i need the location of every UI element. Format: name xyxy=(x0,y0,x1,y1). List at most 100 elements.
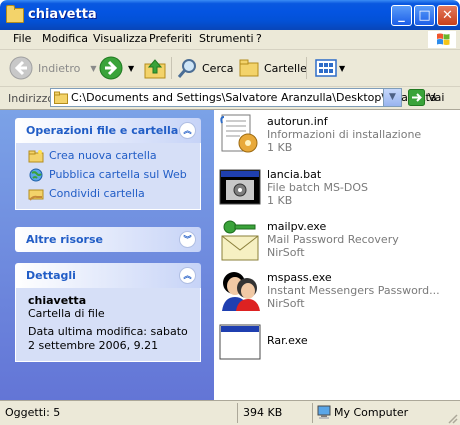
file-item[interactable]: mspass.exe Instant Messengers Password..… xyxy=(218,268,458,316)
address-label: Indirizzo xyxy=(8,92,55,105)
details-type: Cartella di file xyxy=(28,307,105,320)
back-arrow-icon xyxy=(9,56,33,80)
address-value: C:\Documents and Settings\Salvatore Aran… xyxy=(71,91,437,104)
shared-folder-icon xyxy=(28,189,44,201)
back-label: Indietro xyxy=(38,61,81,75)
file-name: lancia.bat xyxy=(267,168,322,181)
views-grid-icon xyxy=(315,59,337,77)
forward-button[interactable]: ▼ xyxy=(98,55,134,81)
panel-title: Operazioni file e cartella xyxy=(26,124,179,137)
menu-preferiti[interactable]: Preferiti xyxy=(149,32,192,45)
file-name: mailpv.exe xyxy=(267,220,327,233)
status-separator xyxy=(312,403,313,423)
address-dropdown-icon[interactable]: ▼ xyxy=(383,89,401,106)
collapse-chevron-icon[interactable]: ︽ xyxy=(179,122,196,139)
messenger-users-icon xyxy=(222,272,260,311)
task-label: Pubblica cartella sul Web xyxy=(49,168,187,181)
go-arrow-icon xyxy=(408,89,425,106)
file-size: 1 KB xyxy=(267,194,293,207)
views-dropdown-icon[interactable]: ▼ xyxy=(339,64,345,73)
menu-help[interactable]: ? xyxy=(256,32,262,45)
explorer-window: chiavetta _ □ ✕ File Modifica Visualizza… xyxy=(0,0,460,425)
title-bar[interactable]: chiavetta _ □ ✕ xyxy=(0,0,460,30)
status-location: My Computer xyxy=(334,406,409,419)
close-button[interactable]: ✕ xyxy=(437,5,458,26)
folders-button[interactable]: Cartelle xyxy=(238,55,307,81)
file-item[interactable]: mailpv.exe Mail Password Recovery NirSof… xyxy=(218,217,458,265)
file-item[interactable]: lancia.bat File batch MS-DOS 1 KB xyxy=(218,165,458,213)
task-label: Crea nuova cartella xyxy=(49,149,157,162)
back-button[interactable]: Indietro ▼ xyxy=(8,55,97,81)
file-item[interactable]: autorun.inf Informazioni di installazion… xyxy=(218,112,458,160)
application-window-icon xyxy=(219,324,261,360)
menu-modifica[interactable]: Modifica xyxy=(42,32,88,45)
status-separator xyxy=(237,403,238,423)
task-share-folder[interactable]: Condividi cartella xyxy=(16,184,200,203)
folder-icon xyxy=(54,91,68,104)
expand-chevron-icon[interactable]: ︾ xyxy=(179,231,196,248)
folder-icon xyxy=(6,5,24,23)
windows-logo-icon xyxy=(428,31,456,48)
window-title: chiavetta xyxy=(28,7,97,22)
views-button[interactable]: ▼ xyxy=(315,55,345,81)
forward-dropdown-icon[interactable]: ▼ xyxy=(128,64,134,73)
back-dropdown-icon[interactable]: ▼ xyxy=(90,64,96,73)
go-button[interactable]: Vai xyxy=(408,89,444,106)
search-button[interactable]: Cerca xyxy=(177,55,234,81)
file-description: Informazioni di installazione xyxy=(267,128,422,141)
file-item[interactable]: Rar.exe xyxy=(218,320,458,368)
file-description: File batch MS-DOS xyxy=(267,181,369,194)
file-description: Instant Messengers Password... xyxy=(267,284,440,297)
file-name: autorun.inf xyxy=(267,115,328,128)
task-label: Condividi cartella xyxy=(49,187,145,200)
panel-title: Altre risorse xyxy=(26,233,103,246)
address-input[interactable]: C:\Documents and Settings\Salvatore Aran… xyxy=(50,88,437,107)
menu-bar: File Modifica Visualizza Preferiti Strum… xyxy=(0,30,460,50)
minimize-button[interactable]: _ xyxy=(391,5,412,26)
panel-header[interactable]: Operazioni file e cartella ︽ xyxy=(15,118,201,143)
toolbar-separator xyxy=(306,57,307,79)
panel-body: Crea nuova cartella Pubblica cartella su… xyxy=(15,143,201,210)
task-publish-web[interactable]: Pubblica cartella sul Web xyxy=(16,165,200,184)
new-folder-icon xyxy=(28,149,44,162)
panel-header[interactable]: Dettagli ︽ xyxy=(15,263,201,288)
up-folder-button[interactable] xyxy=(143,55,167,81)
file-folder-tasks-panel: Operazioni file e cartella ︽ Crea nuova … xyxy=(15,118,201,210)
folder-up-icon xyxy=(144,59,166,79)
file-size: 1 KB xyxy=(267,141,293,154)
details-panel: Dettagli ︽ chiavetta Cartella di file Da… xyxy=(15,263,201,362)
toolbar: Indietro ▼ ▼ Cerca Cartelle ▼ xyxy=(0,50,460,87)
panel-header[interactable]: Altre risorse ︾ xyxy=(15,227,201,252)
details-name: chiavetta xyxy=(28,294,87,307)
task-new-folder[interactable]: Crea nuova cartella xyxy=(16,146,200,165)
file-company: NirSoft xyxy=(267,246,305,259)
menu-visualizza[interactable]: Visualizza xyxy=(93,32,147,45)
batch-file-icon xyxy=(219,169,261,205)
maximize-button[interactable]: □ xyxy=(414,5,435,26)
file-name: mspass.exe xyxy=(267,271,332,284)
file-name: Rar.exe xyxy=(267,334,308,347)
status-bar: Oggetti: 5 394 KB My Computer xyxy=(0,400,460,425)
task-pane: Operazioni file e cartella ︽ Crea nuova … xyxy=(0,110,214,400)
address-bar: Indirizzo C:\Documents and Settings\Salv… xyxy=(0,87,460,110)
globe-icon xyxy=(29,168,43,181)
resize-grip-icon[interactable] xyxy=(446,412,458,424)
folders-icon xyxy=(239,59,259,77)
details-modified: Data ultima modifica: sabato 2 settembre… xyxy=(28,325,188,352)
panel-body: chiavetta Cartella di file Data ultima m… xyxy=(15,288,201,362)
forward-arrow-icon xyxy=(99,56,123,80)
file-description: Mail Password Recovery xyxy=(267,233,399,246)
collapse-chevron-icon[interactable]: ︽ xyxy=(179,267,196,284)
my-computer-icon xyxy=(317,405,331,419)
mail-key-icon xyxy=(221,220,259,261)
go-label: Vai xyxy=(428,91,445,104)
toolbar-separator xyxy=(171,57,172,79)
panel-title: Dettagli xyxy=(26,269,76,282)
menu-file[interactable]: File xyxy=(13,32,31,45)
file-list: autorun.inf Informazioni di installazion… xyxy=(214,110,460,400)
setup-info-icon xyxy=(220,114,258,153)
menu-strumenti[interactable]: Strumenti xyxy=(199,32,254,45)
search-icon xyxy=(177,59,196,78)
file-company: NirSoft xyxy=(267,297,305,310)
other-places-panel: Altre risorse ︾ xyxy=(15,227,201,252)
